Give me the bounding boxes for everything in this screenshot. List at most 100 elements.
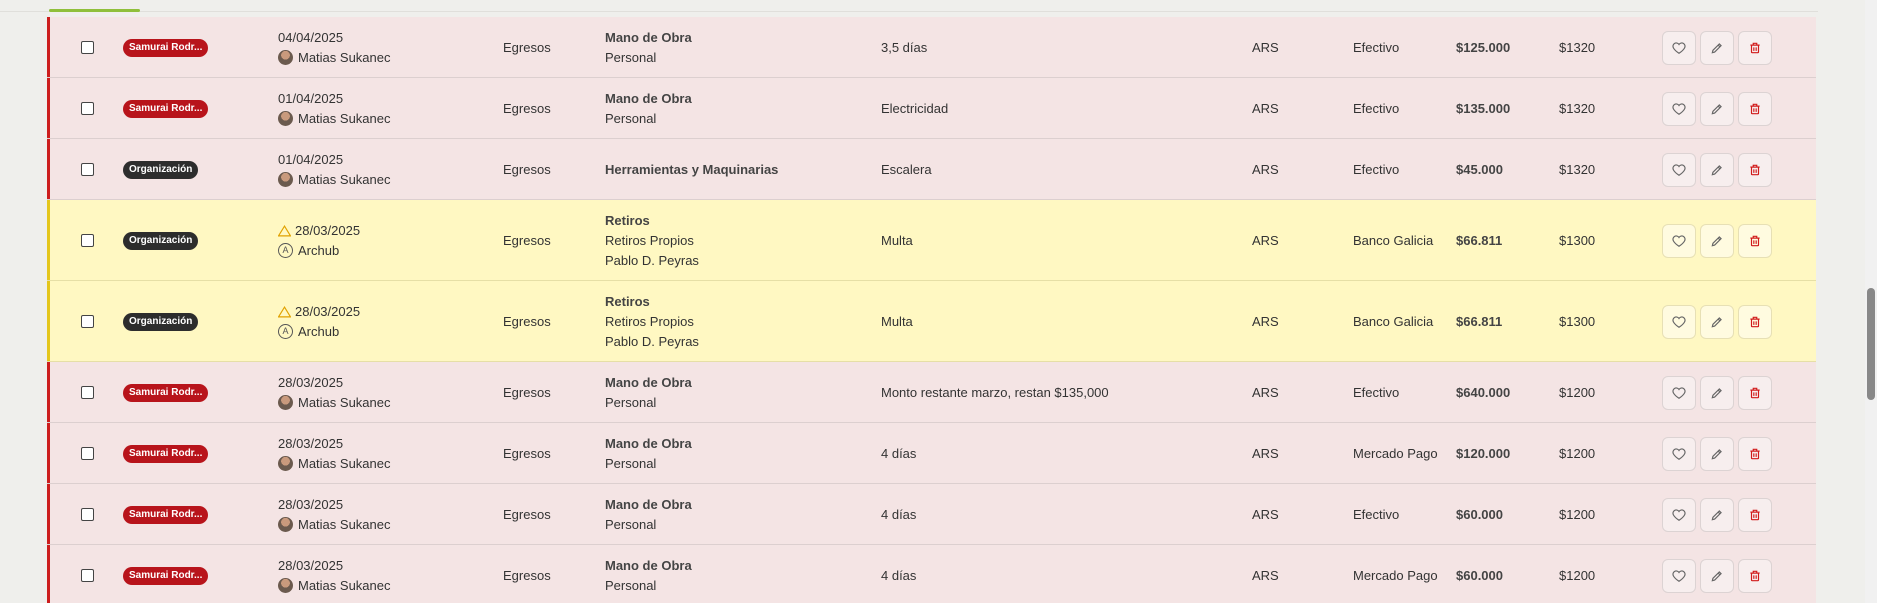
heart-icon	[1672, 234, 1686, 248]
warning-triangle-icon	[278, 224, 295, 237]
edit-button[interactable]	[1700, 30, 1734, 65]
table-row[interactable]: Samurai Rodr... 28/03/2025 Matias Sukanec E…	[47, 484, 1816, 545]
table-row[interactable]: Samurai Rodr... 28/03/2025 Matias Sukanec E…	[47, 545, 1816, 603]
row-actions	[1662, 558, 1772, 593]
favorite-button[interactable]	[1662, 375, 1696, 410]
favorite-button[interactable]	[1662, 223, 1696, 258]
delete-button[interactable]	[1738, 30, 1772, 65]
row-status-bar	[47, 281, 50, 361]
exchange-rate-cell: $1200	[1559, 506, 1596, 522]
favorite-button[interactable]	[1662, 558, 1696, 593]
table-row[interactable]: Organización 01/04/2025 Matias Sukanec Egre…	[47, 139, 1816, 200]
heart-icon	[1672, 569, 1686, 583]
row-actions	[1662, 223, 1772, 258]
scrollbar-thumb[interactable]	[1867, 288, 1875, 400]
subcategory-name: Personal	[605, 394, 657, 410]
table-row[interactable]: Samurai Rodr... 01/04/2025 Matias Sukanec E…	[47, 78, 1816, 139]
row-date: 01/04/2025	[278, 90, 344, 106]
author-name: Matias Sukanec	[298, 516, 391, 532]
category-cell: Mano de Obra Personal	[605, 89, 865, 129]
amount-cell: $120.000	[1456, 445, 1511, 461]
row-checkbox[interactable]	[81, 101, 94, 115]
row-date: 28/03/2025	[278, 374, 344, 390]
row-checkbox[interactable]	[81, 446, 94, 460]
avatar	[278, 395, 293, 410]
author-name: Archub	[298, 323, 340, 339]
favorite-button[interactable]	[1662, 91, 1696, 126]
exchange-rate-cell: $1300	[1559, 313, 1596, 329]
edit-button[interactable]	[1700, 497, 1734, 532]
description-cell: Multa	[881, 232, 913, 248]
delete-button[interactable]	[1738, 304, 1772, 339]
category-name: Herramientas y Maquinarias	[605, 161, 779, 177]
description-cell: Electricidad	[881, 100, 949, 116]
exchange-rate-cell: $1200	[1559, 384, 1596, 400]
amount-cell: $640.000	[1456, 384, 1511, 400]
favorite-button[interactable]	[1662, 436, 1696, 471]
row-checkbox[interactable]	[81, 162, 94, 176]
pencil-icon	[1710, 508, 1724, 522]
category-name: Retiros	[605, 293, 650, 309]
row-date: 28/03/2025	[278, 435, 344, 451]
trash-icon	[1748, 569, 1762, 583]
creditor-badge: Organización	[123, 231, 199, 250]
row-checkbox[interactable]	[81, 568, 94, 582]
author-name: Matias Sukanec	[298, 49, 391, 65]
edit-button[interactable]	[1700, 558, 1734, 593]
row-date: 01/04/2025	[278, 151, 344, 167]
edit-button[interactable]	[1700, 436, 1734, 471]
category-detail: Pablo D. Peyras	[605, 252, 699, 268]
delete-button[interactable]	[1738, 497, 1772, 532]
amount-cell: $135.000	[1456, 100, 1511, 116]
wallet-cell: Mercado Pago	[1353, 567, 1438, 583]
row-checkbox[interactable]	[81, 233, 94, 247]
delete-button[interactable]	[1738, 152, 1772, 187]
table-row[interactable]: Samurai Rodr... 28/03/2025 Matias Sukanec E…	[47, 362, 1816, 423]
row-checkbox[interactable]	[81, 314, 94, 328]
table-row[interactable]: Organización 28/03/2025 A Archub Egresos Reti…	[47, 200, 1816, 281]
creditor-badge: Organización	[123, 312, 199, 331]
delete-button[interactable]	[1738, 375, 1772, 410]
creditor-badge: Samurai Rodr...	[123, 383, 208, 402]
trash-icon	[1748, 41, 1762, 55]
row-status-bar	[47, 139, 50, 199]
category-cell: Mano de Obra Personal	[605, 373, 865, 413]
category-name: Mano de Obra	[605, 435, 692, 451]
delete-button[interactable]	[1738, 558, 1772, 593]
edit-button[interactable]	[1700, 91, 1734, 126]
category-cell: Mano de Obra Personal	[605, 556, 865, 596]
favorite-button[interactable]	[1662, 304, 1696, 339]
heart-icon	[1672, 447, 1686, 461]
table-row[interactable]: Samurai Rodr... 04/04/2025 Matias Sukanec E…	[47, 17, 1816, 78]
favorite-button[interactable]	[1662, 152, 1696, 187]
edit-button[interactable]	[1700, 223, 1734, 258]
edit-button[interactable]	[1700, 375, 1734, 410]
row-actions	[1662, 497, 1772, 532]
row-checkbox[interactable]	[81, 507, 94, 521]
category-name: Retiros	[605, 212, 650, 228]
trash-icon	[1748, 234, 1762, 248]
favorite-button[interactable]	[1662, 497, 1696, 532]
pencil-icon	[1710, 569, 1724, 583]
edit-button[interactable]	[1700, 152, 1734, 187]
row-checkbox[interactable]	[81, 385, 94, 399]
date-cell: 04/04/2025 Matias Sukanec	[278, 28, 478, 68]
table-row[interactable]: Organización 28/03/2025 A Archub Egresos Reti…	[47, 281, 1816, 362]
subcategory-name: Personal	[605, 49, 657, 65]
heart-icon	[1672, 41, 1686, 55]
row-checkbox[interactable]	[81, 40, 94, 54]
row-date: 28/03/2025	[278, 496, 344, 512]
edit-button[interactable]	[1700, 304, 1734, 339]
trash-icon	[1748, 102, 1762, 116]
currency-cell: ARS	[1252, 567, 1279, 583]
delete-button[interactable]	[1738, 223, 1772, 258]
pencil-icon	[1710, 163, 1724, 177]
delete-button[interactable]	[1738, 436, 1772, 471]
table-row[interactable]: Samurai Rodr... 28/03/2025 Matias Sukanec E…	[47, 423, 1816, 484]
category-cell: Mano de Obra Personal	[605, 434, 865, 474]
type-cell: Egresos	[503, 313, 551, 329]
scrollbar[interactable]	[1865, 0, 1877, 603]
heart-icon	[1672, 102, 1686, 116]
delete-button[interactable]	[1738, 91, 1772, 126]
favorite-button[interactable]	[1662, 30, 1696, 65]
